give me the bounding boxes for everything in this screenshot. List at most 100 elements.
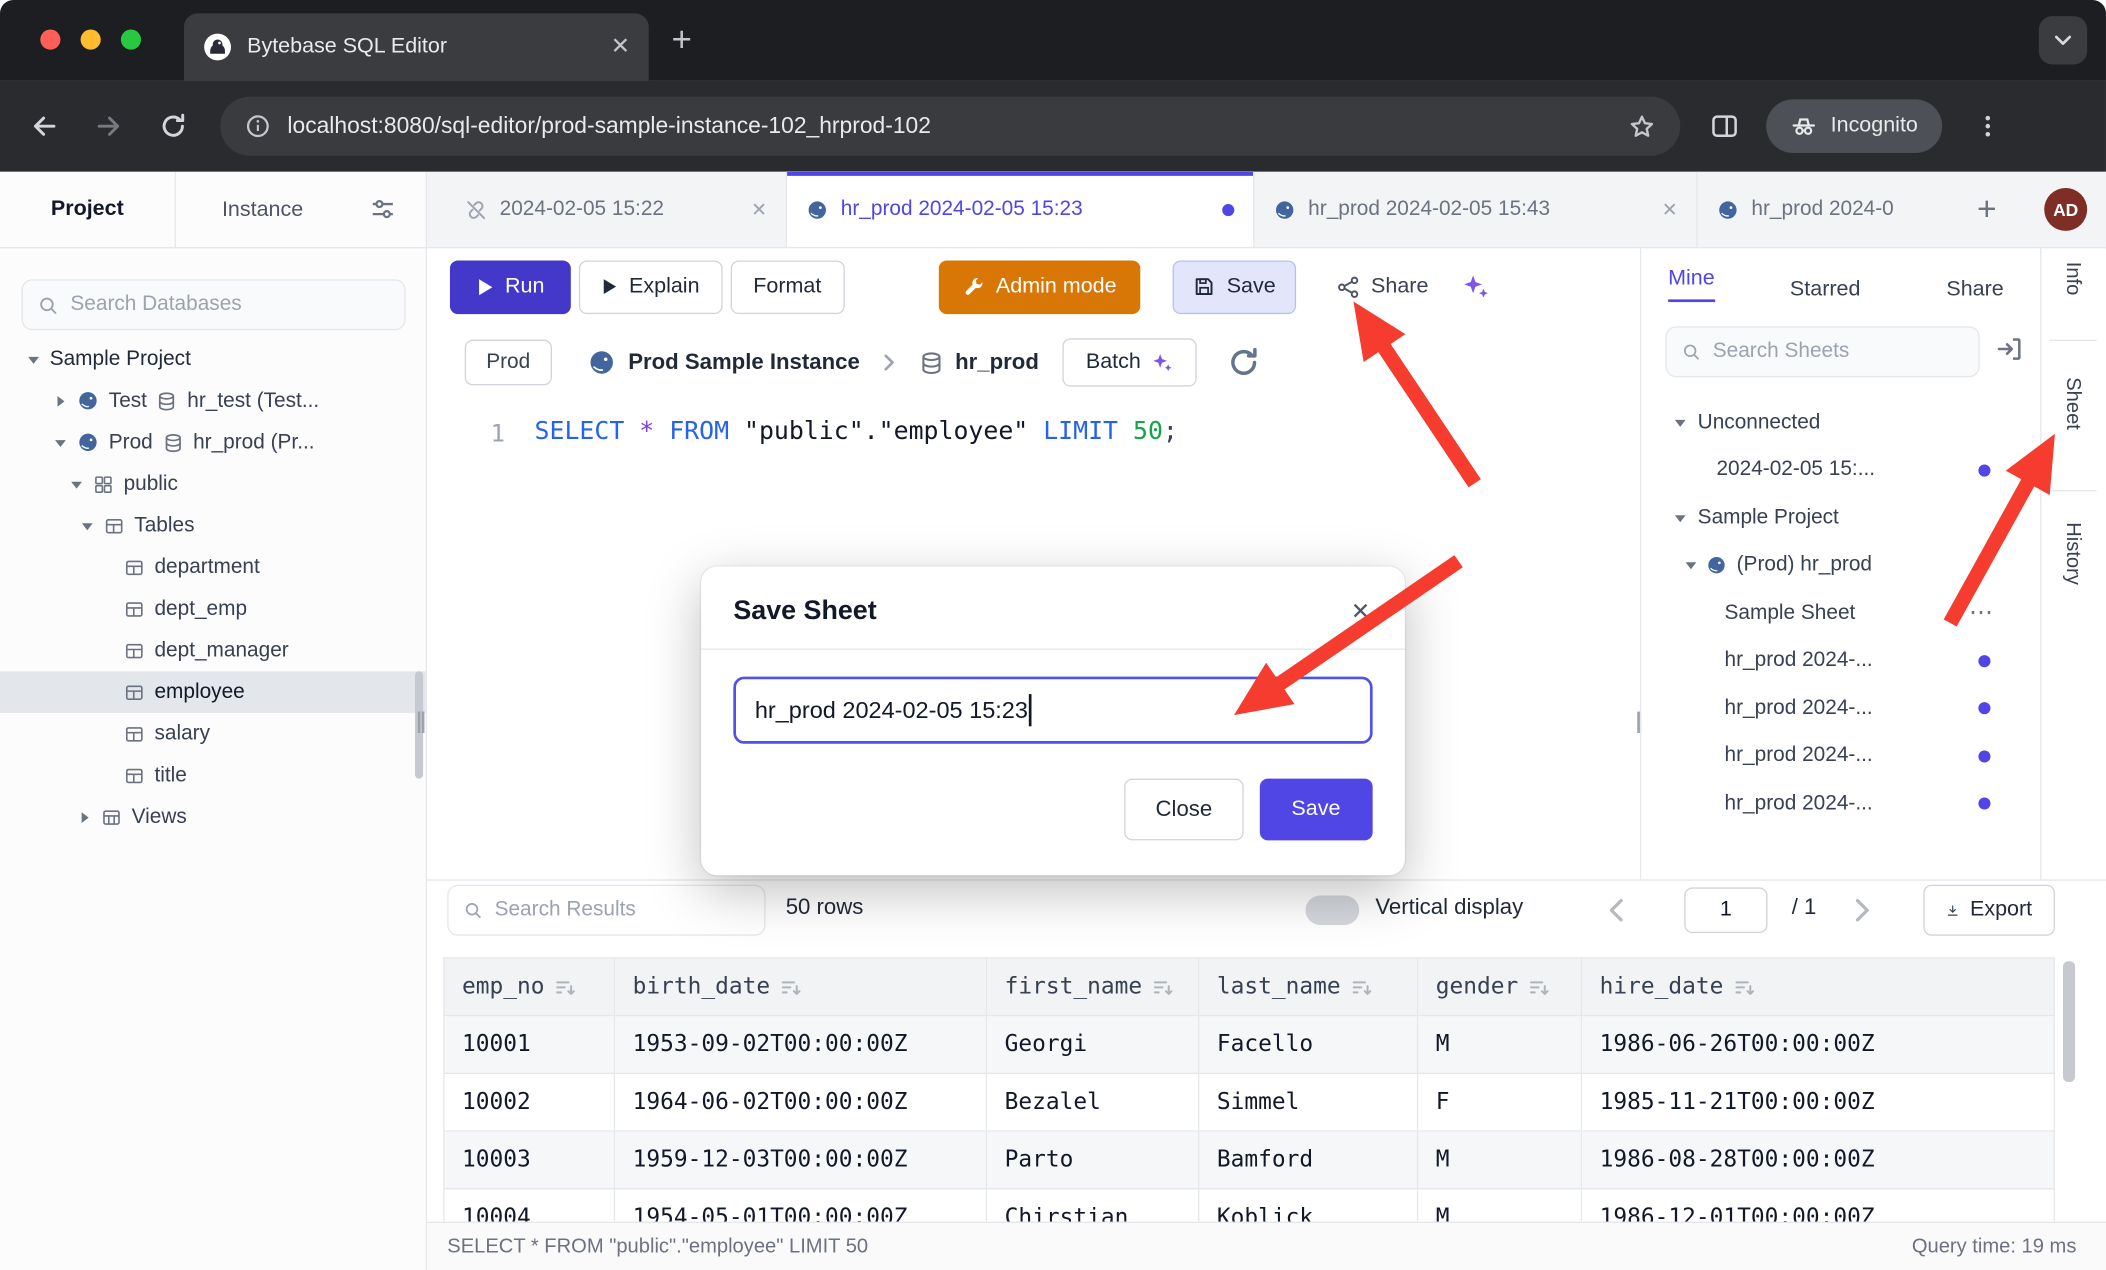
- table-cell[interactable]: 1986-06-26T00:00:00Z: [1582, 1016, 2055, 1074]
- next-page-icon[interactable]: [1845, 894, 1877, 926]
- sql-editor[interactable]: 1 SELECT * FROM "public"."employee" LIMI…: [427, 400, 1640, 446]
- table-cell[interactable]: 1953-09-02T00:00:00Z: [615, 1016, 987, 1074]
- table-cell[interactable]: 10003: [445, 1132, 616, 1190]
- tree-item-tables[interactable]: Tables: [0, 505, 426, 547]
- tree-item-db-prod[interactable]: Prod hr_prod (Pr...: [0, 422, 426, 464]
- url-text[interactable]: localhost:8080/sql-editor/prod-sample-in…: [287, 113, 1627, 140]
- dialog-close-button[interactable]: Close: [1125, 779, 1243, 841]
- sort-icon[interactable]: [781, 977, 801, 997]
- table-cell[interactable]: Georgi: [987, 1016, 1199, 1074]
- tab-starred[interactable]: Starred: [1790, 278, 1860, 302]
- table-cell[interactable]: M: [1418, 1016, 1582, 1074]
- sheet-search-input[interactable]: [1713, 340, 1964, 364]
- tree-item-table-employee[interactable]: employee: [0, 671, 426, 713]
- caret-down-icon[interactable]: [81, 519, 94, 532]
- window-minimize-button[interactable]: [81, 30, 101, 50]
- site-info-icon[interactable]: [244, 113, 271, 140]
- tab-close-icon[interactable]: ✕: [611, 34, 630, 61]
- explain-button[interactable]: Explain: [579, 260, 722, 314]
- column-header[interactable]: birth_date: [615, 959, 987, 1017]
- vertical-display-toggle[interactable]: [1305, 895, 1359, 925]
- bookmark-star-icon[interactable]: [1628, 112, 1656, 140]
- sort-icon[interactable]: [1153, 977, 1173, 997]
- table-cell[interactable]: 1964-06-02T00:00:00Z: [615, 1074, 987, 1132]
- sort-icon[interactable]: [1529, 977, 1549, 997]
- rail-tab-sheet[interactable]: Sheet: [2062, 377, 2085, 430]
- sheet-item-sample-sheet[interactable]: Sample Sheet ⋯: [1641, 589, 2040, 637]
- tree-item-table-salary[interactable]: salary: [0, 713, 426, 755]
- tree-item-table-title[interactable]: title: [0, 754, 426, 796]
- batch-button[interactable]: Batch: [1063, 338, 1197, 386]
- table-cell[interactable]: Simmel: [1199, 1074, 1418, 1132]
- sheet-connection[interactable]: (Prod) hr_prod: [1641, 542, 2040, 590]
- filter-settings-icon[interactable]: [369, 196, 396, 223]
- sheet-tab-4[interactable]: hr_prod 2024-0: [1698, 172, 1959, 247]
- forward-icon[interactable]: [94, 111, 124, 141]
- more-icon[interactable]: ⋯: [1969, 599, 1995, 627]
- sheet-item[interactable]: hr_prod 2024-...: [1641, 732, 2040, 780]
- dialog-save-button[interactable]: Save: [1259, 779, 1372, 841]
- caret-down-icon[interactable]: [54, 436, 67, 449]
- format-button[interactable]: Format: [730, 260, 844, 314]
- tab-close-icon[interactable]: ✕: [751, 198, 767, 221]
- sheet-tab-2-active[interactable]: hr_prod 2024-02-05 15:23: [787, 172, 1254, 247]
- tree-item-sample-project[interactable]: Sample Project: [0, 338, 426, 380]
- sort-icon[interactable]: [1351, 977, 1371, 997]
- table-cell[interactable]: 10001: [445, 1016, 616, 1074]
- user-avatar[interactable]: AD: [2044, 188, 2087, 231]
- table-cell[interactable]: 10002: [445, 1074, 616, 1132]
- browser-menu-icon[interactable]: [1974, 113, 2001, 140]
- tab-instance[interactable]: Instance: [175, 172, 350, 247]
- refresh-icon[interactable]: [1227, 345, 1262, 380]
- incognito-badge[interactable]: Incognito: [1766, 99, 1942, 153]
- sheet-item[interactable]: hr_prod 2024-...: [1641, 685, 2040, 733]
- caret-down-icon[interactable]: [1674, 416, 1687, 429]
- caret-right-icon[interactable]: [54, 394, 67, 407]
- collapse-panel-icon[interactable]: [1995, 334, 2025, 364]
- reload-icon[interactable]: [158, 111, 188, 141]
- database-name[interactable]: hr_prod: [955, 350, 1039, 376]
- table-cell[interactable]: Bamford: [1199, 1132, 1418, 1190]
- database-search[interactable]: [21, 279, 405, 330]
- sheet-tab-1[interactable]: 2024-02-05 15:22 ✕: [446, 172, 787, 247]
- sort-icon[interactable]: [555, 977, 575, 997]
- column-header[interactable]: emp_no: [445, 959, 616, 1017]
- table-cell[interactable]: Parto: [987, 1132, 1199, 1190]
- table-cell[interactable]: 1986-08-28T00:00:00Z: [1582, 1132, 2055, 1190]
- sheet-group-unconnected[interactable]: Unconnected: [1641, 399, 2040, 447]
- caret-down-icon[interactable]: [1684, 559, 1697, 572]
- sheet-item[interactable]: 2024-02-05 15:...: [1641, 446, 2040, 494]
- table-cell[interactable]: 10004: [445, 1189, 616, 1223]
- table-cell[interactable]: Bezalel: [987, 1074, 1199, 1132]
- tree-item-table-dept-manager[interactable]: dept_manager: [0, 630, 426, 672]
- tree-item-schema-public[interactable]: public: [0, 463, 426, 505]
- side-panel-icon[interactable]: [1710, 111, 1740, 141]
- caret-down-icon[interactable]: [1674, 511, 1687, 524]
- environment-chip[interactable]: Prod: [465, 340, 552, 386]
- tab-search-button[interactable]: [2039, 16, 2087, 64]
- export-button[interactable]: Export: [1923, 885, 2055, 936]
- share-button[interactable]: Share: [1323, 260, 1442, 314]
- dialog-close-icon[interactable]: ✕: [1351, 598, 1370, 625]
- tree-item-views[interactable]: Views: [0, 796, 426, 838]
- column-header[interactable]: hire_date: [1582, 959, 2055, 1017]
- browser-tab[interactable]: Bytebase SQL Editor ✕: [184, 13, 649, 80]
- tab-close-icon[interactable]: ✕: [1662, 198, 1678, 221]
- new-tab-icon[interactable]: +: [672, 19, 692, 61]
- save-button[interactable]: Save: [1173, 260, 1296, 314]
- sheet-item[interactable]: hr_prod 2024-...: [1641, 780, 2040, 828]
- instance-name[interactable]: Prod Sample Instance: [628, 350, 860, 376]
- results-search-input[interactable]: [495, 898, 750, 922]
- database-search-input[interactable]: [70, 293, 389, 317]
- run-button[interactable]: Run: [450, 260, 571, 314]
- back-icon[interactable]: [30, 111, 60, 141]
- table-cell[interactable]: Koblick: [1199, 1189, 1418, 1223]
- tree-item-table-dept-emp[interactable]: dept_emp: [0, 588, 426, 630]
- table-cell[interactable]: 1954-05-01T00:00:00Z: [615, 1189, 987, 1223]
- column-header[interactable]: gender: [1418, 959, 1582, 1017]
- tree-item-db-test[interactable]: Test hr_test (Test...: [0, 380, 426, 422]
- table-cell[interactable]: 1985-11-21T00:00:00Z: [1582, 1074, 2055, 1132]
- tab-share[interactable]: Share: [1946, 278, 2003, 302]
- caret-down-icon[interactable]: [70, 477, 83, 490]
- table-cell[interactable]: F: [1418, 1074, 1582, 1132]
